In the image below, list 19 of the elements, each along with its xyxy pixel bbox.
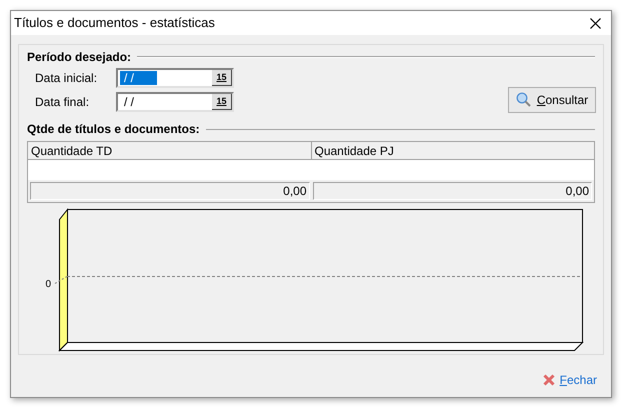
window-title: Títulos e documentos - estatísticas: [14, 14, 215, 32]
date-field[interactable]: / / 15: [116, 68, 234, 88]
calendar-button[interactable]: 15: [212, 70, 232, 86]
close-button[interactable]: Fechar: [542, 371, 597, 389]
close-icon[interactable]: [590, 18, 601, 28]
field-label: Data inicial:: [35, 70, 98, 87]
field-label: Data final:: [35, 94, 90, 111]
calendar-button[interactable]: 15: [212, 94, 232, 110]
search-button[interactable]: Consultar: [508, 87, 596, 113]
close-icon: [542, 374, 555, 386]
section-heading: Qtde de títulos e documentos:: [27, 121, 200, 138]
total-cell: 0,00: [312, 182, 592, 200]
column-header: Quantidade PJ: [314, 143, 395, 159]
date-field[interactable]: / / 15: [116, 92, 234, 112]
search-icon: [516, 92, 532, 108]
section-heading: Período desejado:: [27, 49, 132, 66]
column-header: Quantidade TD: [28, 142, 312, 159]
total-cell: 0,00: [30, 182, 310, 200]
axis-label: 0: [45, 279, 51, 290]
